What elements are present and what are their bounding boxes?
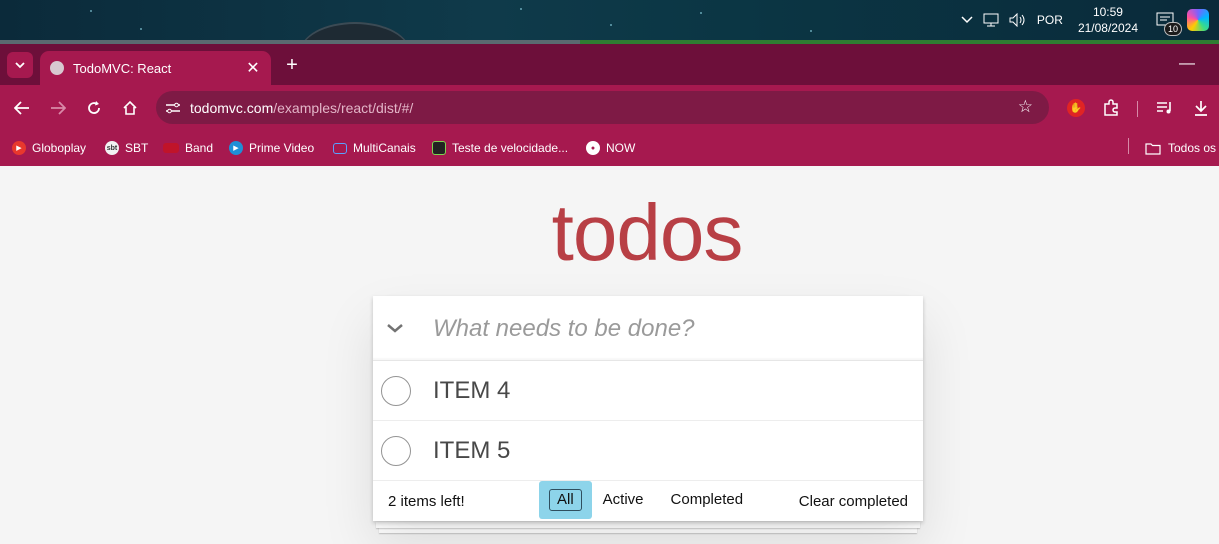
notifications-button[interactable]: 10 [1148,0,1182,40]
bookmark-label: NOW [606,141,636,155]
system-tray: POR 10:59 21/08/2024 10 [956,0,1219,40]
globoplay-icon: ▶ [12,141,26,155]
arrow-right-icon [51,101,66,115]
folder-icon [1145,142,1161,155]
tab-favicon-icon [50,61,64,75]
bookmark-now[interactable]: ● NOW [586,138,635,158]
window-minimize-button[interactable]: — [1179,55,1195,73]
clock-date: 21/08/2024 [1077,21,1138,35]
page-title: todos [551,188,744,277]
bookmarks-separator [1128,138,1129,154]
address-bar[interactable]: todomvc.com/examples/react/dist/#/ ☆ [156,91,1049,124]
bookmark-label: Prime Video [249,141,315,155]
download-icon [1195,101,1207,116]
stack-paper-1 [376,522,920,528]
bookmark-label: MultiCanais [353,141,416,155]
todo-footer: 2 items left! All Active Completed Clear… [373,481,923,521]
network-icon[interactable] [978,0,1004,40]
globe-icon: ● [586,141,600,155]
bookmark-label: SBT [125,141,149,155]
browser-toolbar: todomvc.com/examples/react/dist/#/ ☆ ✋ [0,85,1219,130]
todo-app: ITEM 4 ITEM 5 2 items left! All Active C… [373,296,923,521]
notification-badge: 10 [1163,22,1182,36]
todo-item: ITEM 5 [373,421,923,481]
todo-label[interactable]: ITEM 5 [433,437,510,465]
tab-search-button[interactable] [7,52,33,78]
site-info-icon[interactable] [156,101,190,115]
tab-title: TodoMVC: React [73,60,172,76]
todo-list: ITEM 4 ITEM 5 [373,361,923,481]
prime-video-icon: ▶ [229,141,243,155]
filter-active[interactable]: Active [595,488,652,512]
multicanais-icon [333,142,347,154]
web-page: todos ITEM 4 ITEM 5 2 items left! All [0,166,1219,544]
language-indicator[interactable]: POR [1032,0,1068,40]
bookmark-speedtest[interactable]: Teste de velocidade... [432,138,568,158]
bookmark-label: Globoplay [32,141,87,155]
taskbar-clock[interactable]: 10:59 21/08/2024 [1068,4,1148,36]
reload-button[interactable] [81,95,107,121]
clear-completed-button[interactable]: Clear completed [799,493,908,510]
bookmark-globoplay[interactable]: ▶ Globoplay [12,138,86,158]
browser-tabstrip: TodoMVC: React ✕ + — [0,44,1219,85]
todo-item: ITEM 4 [373,361,923,421]
new-todo-input[interactable] [433,296,903,361]
items-left-count: 2 items left! [388,493,465,510]
home-button[interactable] [117,95,143,121]
bookmark-label: Todos os [1168,141,1217,155]
todo-checkbox[interactable] [381,376,411,406]
copilot-icon [1187,9,1209,31]
speedtest-icon [432,141,446,155]
chevron-down-icon [15,61,25,68]
bookmark-sbt[interactable]: sbt SBT [105,138,148,158]
forward-button[interactable] [45,95,71,121]
chevron-down-icon [387,324,403,333]
band-icon [163,143,179,153]
os-taskbar: POR 10:59 21/08/2024 10 [0,0,1219,44]
volume-icon[interactable] [1004,0,1032,40]
back-button[interactable] [9,95,35,121]
bookmarks-bar: ▶ Globoplay sbt SBT Band ▶ Prime Video M… [0,130,1219,166]
media-control-button[interactable] [1152,95,1178,121]
downloads-button[interactable] [1188,95,1214,121]
copilot-button[interactable] [1182,0,1219,40]
all-bookmarks-folder[interactable]: Todos os [1145,138,1216,158]
filter-all[interactable]: All [539,481,592,519]
extensions-button[interactable] [1098,95,1124,121]
toggle-all-button[interactable] [385,318,405,338]
url-path: /examples/react/dist/#/ [273,99,414,116]
bookmark-label: Teste de velocidade... [452,141,569,155]
home-icon [123,100,137,115]
bookmark-prime-video[interactable]: ▶ Prime Video [229,138,314,158]
bookmark-star-icon[interactable]: ☆ [1018,97,1033,117]
reload-icon [88,101,100,114]
adblock-extension-button[interactable]: ✋ [1063,95,1089,121]
filter-all-label: All [549,489,582,511]
bookmark-multicanais[interactable]: MultiCanais [333,138,416,158]
bookmark-band[interactable]: Band [163,138,213,158]
todo-label[interactable]: ITEM 4 [433,377,510,405]
adblock-icon: ✋ [1067,99,1085,117]
todo-checkbox[interactable] [381,436,411,466]
sbt-icon: sbt [105,141,119,155]
tray-chevron-icon[interactable] [956,0,978,40]
bookmark-label: Band [185,141,214,155]
filter-list: All Active Completed [539,481,754,519]
new-tab-button[interactable]: + [281,54,303,76]
clock-time: 10:59 [1092,5,1123,19]
tab-close-icon[interactable]: ✕ [245,58,261,78]
media-queue-icon [1157,102,1171,114]
url-host: todomvc.com [190,99,274,116]
puzzle-icon [1104,99,1118,116]
filter-completed[interactable]: Completed [663,488,752,512]
browser-tab-active[interactable]: TodoMVC: React ✕ [40,51,271,85]
new-todo-row [373,296,923,361]
arrow-left-icon [14,101,29,115]
